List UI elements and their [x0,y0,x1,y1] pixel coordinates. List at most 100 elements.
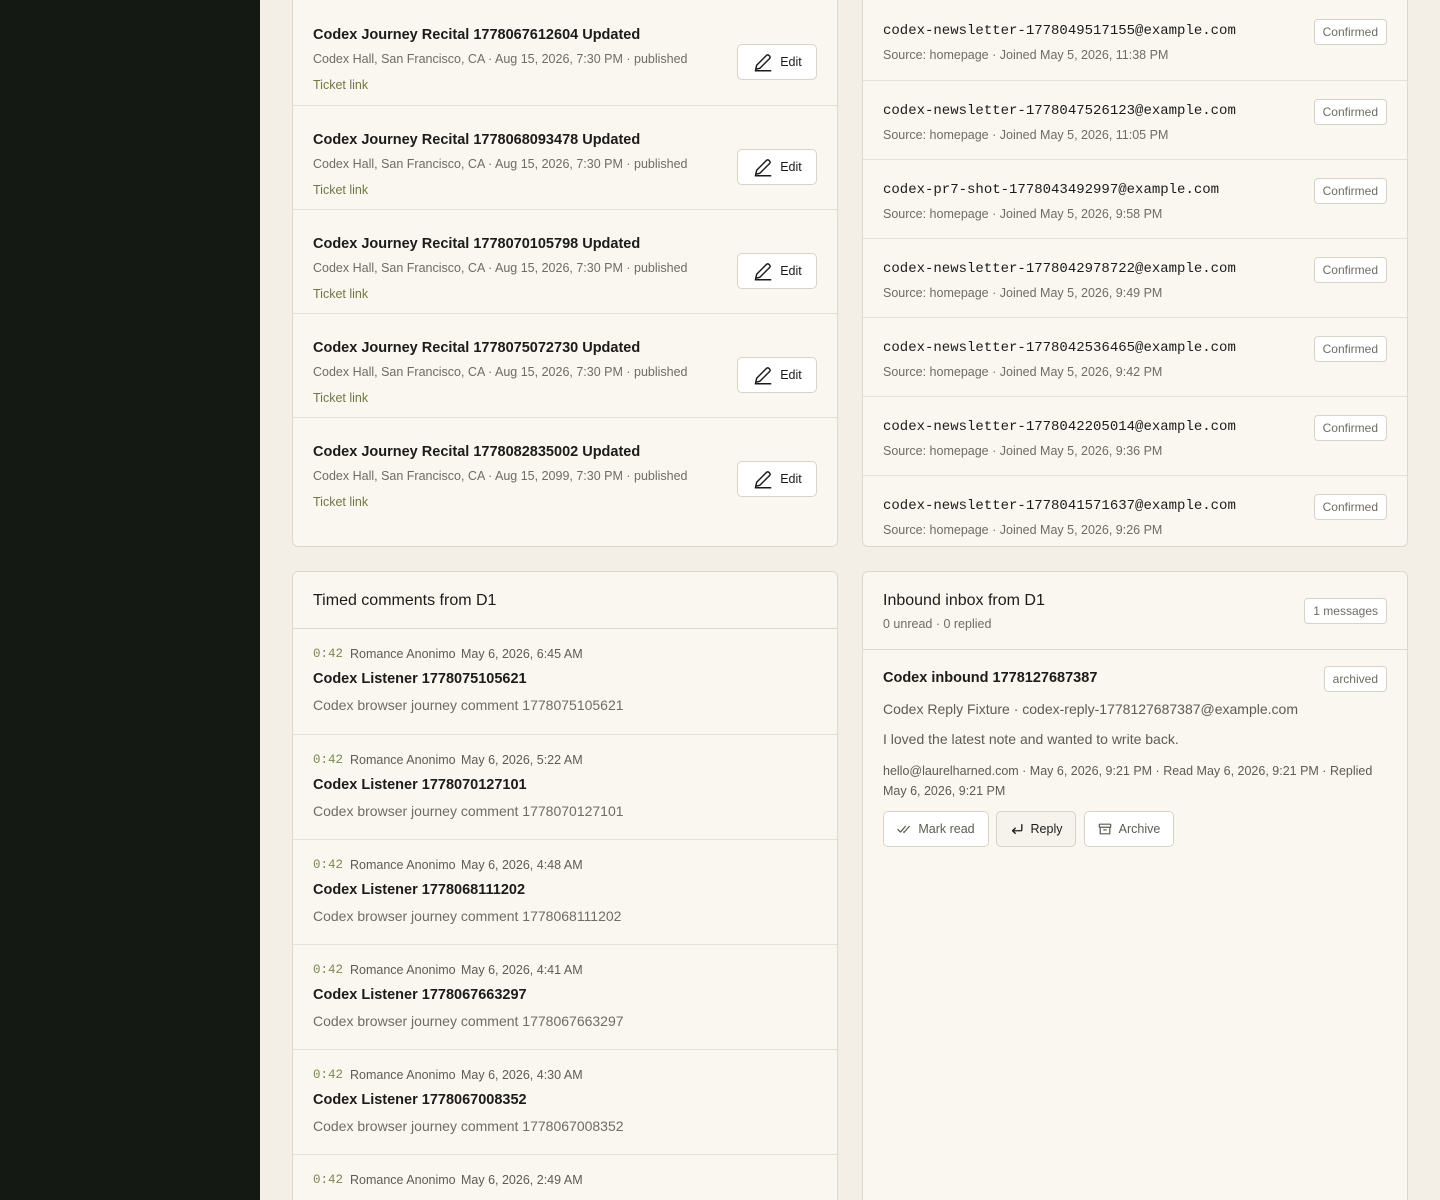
comment-date: May 6, 2026, 6:45 AM [461,647,583,661]
divider [863,649,1407,650]
reply-icon [1011,823,1022,835]
status-badge: Confirmed [1313,336,1387,362]
comment-timestamp[interactable]: 0:42 [313,647,343,661]
comment-track: Romance Anonimo [350,647,456,661]
subscriber-row: codex-newsletter-1778049517155@example.c… [863,1,1407,80]
comment-timestamp[interactable]: 0:42 [313,753,343,767]
event-row: Codex Journey Recital 1778070105798 Upda… [293,209,837,313]
subscriber-row: codex-newsletter-1778042536465@example.c… [863,317,1407,396]
subscriber-meta: Source: homepage · Joined May 5, 2026, 1… [883,48,1169,62]
subscriber-email: codex-newsletter-1778041571637@example.c… [883,498,1236,514]
edit-label: Edit [780,160,802,174]
edit-label: Edit [780,368,802,382]
comment-row: 0:42 Romance Anonimo May 6, 2026, 5:22 A… [293,734,837,839]
comment-row: 0:42 Romance Anonimo May 6, 2026, 4:41 A… [293,944,837,1049]
comment-timestamp[interactable]: 0:42 [313,963,343,977]
event-meta: Codex Hall, San Francisco, CA · Aug 15, … [313,52,688,66]
mark-read-button[interactable]: Mark read [883,811,989,847]
subscribers-card: codex-newsletter-1778049517155@example.c… [862,0,1408,547]
comment-author: Codex Listener 1778070127101 [313,777,527,793]
reply-label: Reply [1030,822,1063,836]
comment-row: 0:42 Romance Anonimo May 6, 2026, 4:48 A… [293,839,837,944]
comments-title: Timed comments from D1 [313,592,497,609]
archive-label: Archive [1118,822,1161,836]
message-sender: Codex Reply Fixture · codex-reply-177812… [883,701,1298,717]
status-badge: Confirmed [1313,19,1387,45]
event-row: Codex Journey Recital 1778082835002 Upda… [293,417,837,521]
ticket-link[interactable]: Ticket link [313,287,368,301]
subscriber-meta: Source: homepage · Joined May 5, 2026, 9… [883,444,1163,458]
message-status-badge: archived [1323,666,1387,692]
pencil-icon [754,367,772,385]
edit-label: Edit [780,264,802,278]
ticket-link[interactable]: Ticket link [313,78,368,92]
subscriber-meta: Source: homepage · Joined May 5, 2026, 9… [883,523,1163,537]
ticket-link[interactable]: Ticket link [313,183,368,197]
double-check-icon [897,825,911,834]
pencil-icon [754,54,772,72]
subscriber-email: codex-newsletter-1778049517155@example.c… [883,23,1236,39]
comment-track: Romance Anonimo [350,1068,456,1082]
event-meta: Codex Hall, San Francisco, CA · Aug 15, … [313,261,688,275]
comment-row: 0:42 Romance Anonimo May 6, 2026, 4:30 A… [293,1049,837,1154]
edit-button[interactable]: Edit [737,149,817,185]
status-badge: Confirmed [1313,99,1387,125]
reply-button[interactable]: Reply [996,811,1076,847]
status-badge: Confirmed [1313,257,1387,283]
comment-timestamp[interactable]: 0:42 [313,858,343,872]
pencil-icon [754,159,772,177]
comment-row: 0:42 Romance Anonimo May 6, 2026, 6:45 A… [293,629,837,734]
inbox-summary: 0 unread · 0 replied [883,617,992,631]
archive-icon [1098,823,1111,835]
comment-track: Romance Anonimo [350,753,456,767]
comment-author: Codex Listener 1778067008352 [313,1092,527,1108]
status-badge: Confirmed [1313,415,1387,441]
edit-button[interactable]: Edit [737,357,817,393]
inbox-card: Inbound inbox from D1 0 unread · 0 repli… [862,571,1408,1200]
comment-timestamp[interactable]: 0:42 [313,1173,343,1187]
ticket-link[interactable]: Ticket link [313,495,368,509]
edit-label: Edit [780,472,802,486]
subscriber-meta: Source: homepage · Joined May 5, 2026, 9… [883,365,1163,379]
edit-button[interactable]: Edit [737,253,817,289]
comment-timestamp[interactable]: 0:42 [313,1068,343,1082]
comment-body: Codex browser journey comment 1778067008… [313,1118,624,1134]
comment-body: Codex browser journey comment 1778075105… [313,697,624,713]
pencil-icon [754,263,772,281]
event-row: Codex Journey Recital 1778067612604 Upda… [293,1,837,105]
sidebar [0,0,260,1200]
event-title: Codex Journey Recital 1778082835002 Upda… [313,444,641,460]
edit-button[interactable]: Edit [737,461,817,497]
comment-author: Codex Listener 1778067663297 [313,987,527,1003]
comment-body: Codex browser journey comment 1778070127… [313,803,624,819]
comment-date: May 6, 2026, 4:41 AM [461,963,583,977]
comment-date: May 6, 2026, 4:30 AM [461,1068,583,1082]
status-badge: Confirmed [1313,178,1387,204]
edit-button[interactable]: Edit [737,44,817,80]
subscriber-row: codex-pr7-shot-1778043492997@example.com… [863,159,1407,238]
subscriber-meta: Source: homepage · Joined May 5, 2026, 1… [883,128,1169,142]
subscriber-row: codex-newsletter-1778047526123@example.c… [863,80,1407,159]
comment-date: May 6, 2026, 5:22 AM [461,753,583,767]
message-body: I loved the latest note and wanted to wr… [883,731,1179,747]
subscriber-meta: Source: homepage · Joined May 5, 2026, 9… [883,286,1163,300]
event-title: Codex Journey Recital 1778067612604 Upda… [313,27,641,43]
subscriber-email: codex-newsletter-1778047526123@example.c… [883,103,1236,119]
edit-label: Edit [780,55,802,69]
subscriber-email: codex-newsletter-1778042536465@example.c… [883,340,1236,356]
message-count-badge: 1 messages [1304,598,1387,624]
subscriber-email: codex-newsletter-1778042205014@example.c… [883,419,1236,435]
event-row: Codex Journey Recital 1778068093478 Upda… [293,105,837,209]
comment-track: Romance Anonimo [350,963,456,977]
subscriber-row: codex-newsletter-1778041571637@example.c… [863,475,1407,546]
message-meta: hello@laurelharned.com · May 6, 2026, 9:… [883,764,1373,798]
events-card: Codex Journey Recital 1778067612604 Upda… [292,0,838,547]
comment-row: 0:42 Romance Anonimo May 6, 2026, 2:49 A… [293,1154,837,1200]
ticket-link[interactable]: Ticket link [313,391,368,405]
archive-button[interactable]: Archive [1084,811,1174,847]
comments-card: Timed comments from D1 0:42 Romance Anon… [292,571,838,1200]
comment-track: Romance Anonimo [350,1173,456,1187]
event-title: Codex Journey Recital 1778070105798 Upda… [313,236,641,252]
event-meta: Codex Hall, San Francisco, CA · Aug 15, … [313,365,688,379]
event-title: Codex Journey Recital 1778075072730 Upda… [313,340,641,356]
